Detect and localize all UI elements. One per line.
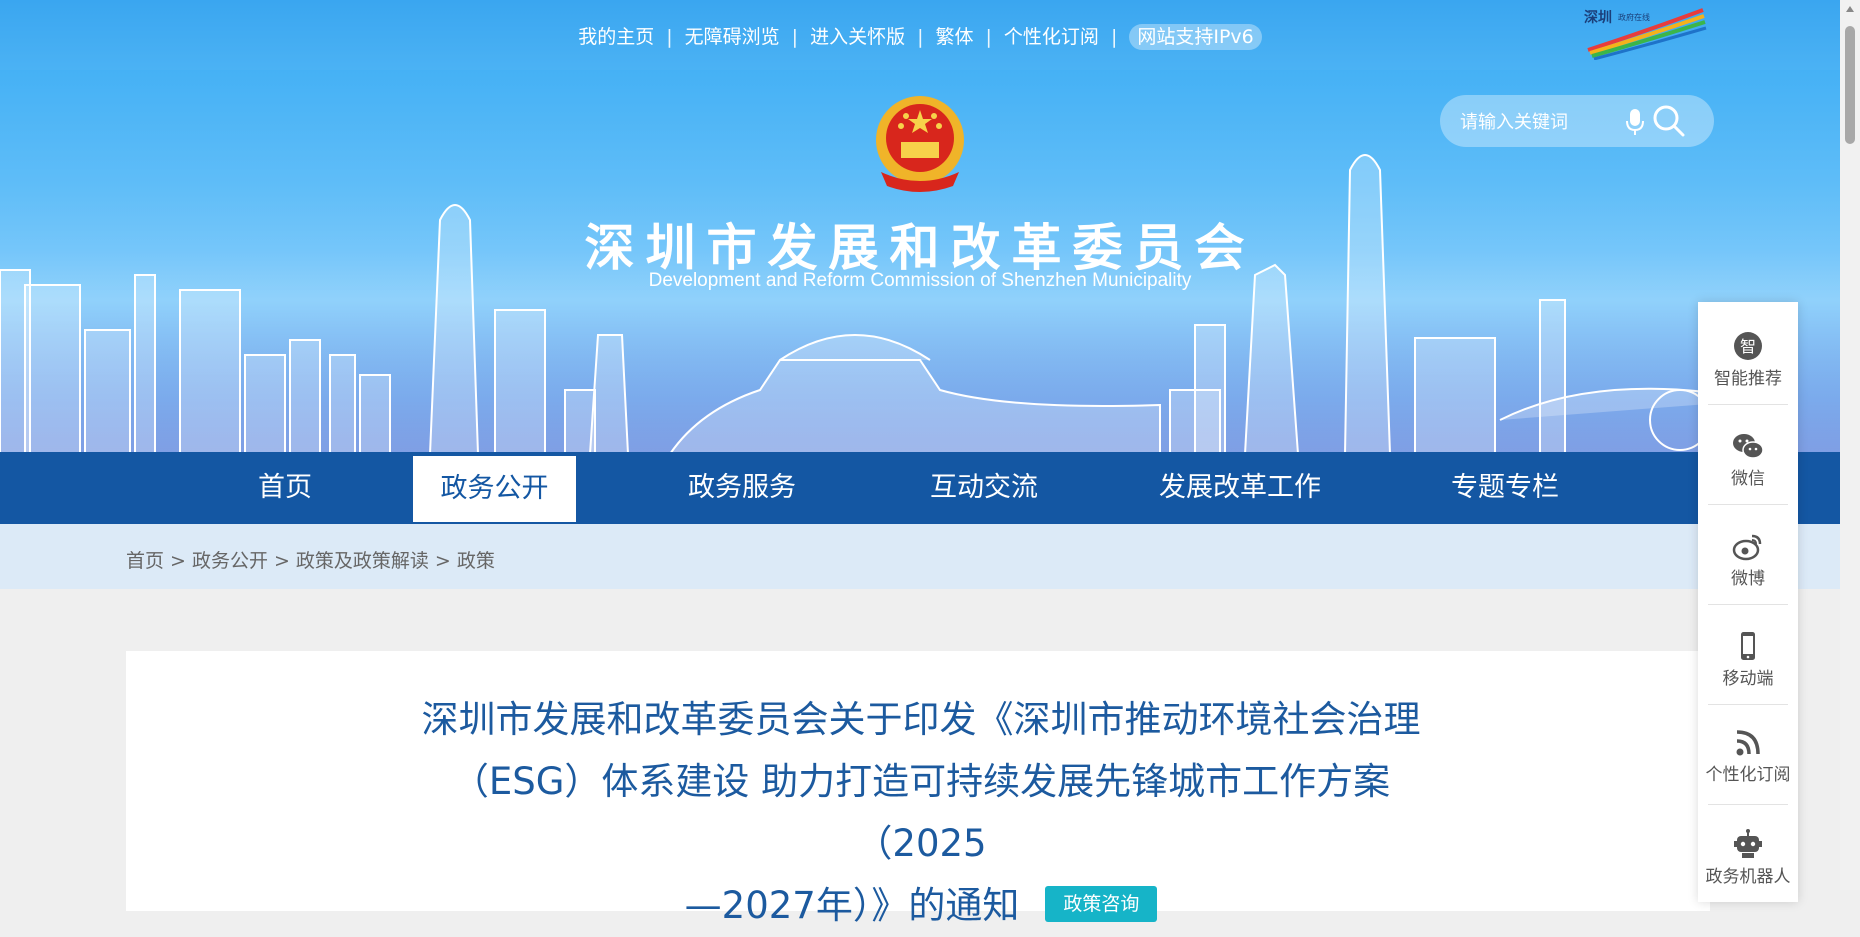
divider [1708, 704, 1788, 705]
smart-recommend-icon: 智 [1734, 332, 1762, 360]
breadcrumb: 首页 > 政务公开 > 政策及政策解读 > 政策 [126, 546, 495, 573]
article-title: 深圳市发展和改革委员会关于印发《深圳市推动环境社会治理 （ESG）体系建设 助力… [396, 689, 1446, 937]
vertical-scrollbar[interactable] [1840, 0, 1860, 890]
side-label: 微信 [1731, 469, 1765, 489]
side-mobile[interactable]: 移动端 [1698, 630, 1798, 689]
side-personal-subscribe[interactable]: 个性化订阅 [1698, 726, 1798, 785]
divider [1708, 404, 1788, 405]
site-subtitle-english: Development and Reform Commission of She… [648, 270, 1192, 291]
divider [1708, 504, 1788, 505]
policy-consult-tag[interactable]: 政策咨询 [1045, 885, 1158, 922]
wechat-icon [1733, 434, 1764, 459]
search-box [1440, 95, 1714, 147]
link-care-version[interactable]: 进入关怀版 [810, 26, 905, 48]
breadcrumb-policy[interactable]: 政策 [457, 550, 495, 572]
search-input[interactable] [1458, 108, 1642, 136]
side-label: 政务机器人 [1705, 867, 1791, 887]
microphone-icon[interactable] [1625, 107, 1645, 137]
side-smart-recommend[interactable]: 智 智能推荐 [1698, 330, 1798, 389]
nav-interaction[interactable]: 互动交流 [900, 452, 1068, 524]
nav-development-reform-work[interactable]: 发展改革工作 [1140, 452, 1340, 524]
main-nav: 首页 政务公开 政务服务 互动交流 发展改革工作 专题专栏 [0, 452, 1840, 524]
breadcrumb-separator: > [273, 550, 290, 572]
shenzhen-government-online-logo[interactable]: 深圳 政府在线 [1578, 4, 1708, 60]
article-title-line: —2027年）》的通知 政策咨询 [396, 875, 1446, 937]
search-icon[interactable] [1652, 104, 1686, 138]
link-traditional-chinese[interactable]: 繁体 [936, 26, 974, 48]
robot-icon [1734, 829, 1762, 858]
top-bar: 我的主页 | 无障碍浏览 | 进入关怀版 | 繁体 | 个性化订阅 | 网站支持IPv6 深圳 政府… [0, 0, 1840, 71]
rss-icon [1736, 730, 1760, 756]
link-my-home[interactable]: 我的主页 [578, 26, 654, 48]
link-accessible-browse[interactable]: 无障碍浏览 [685, 26, 780, 48]
scroll-up-arrow-icon[interactable] [1846, 6, 1854, 12]
scrollbar-thumb[interactable] [1845, 26, 1855, 144]
side-gov-robot[interactable]: 政务机器人 [1698, 828, 1798, 887]
side-wechat[interactable]: 微信 [1698, 430, 1798, 489]
breadcrumb-policy-interpretation[interactable]: 政策及政策解读 [296, 550, 429, 572]
svg-text:智: 智 [1740, 337, 1756, 356]
article-title-line: （ESG）体系建设 助力打造可持续发展先锋城市工作方案（2025 [451, 760, 1391, 865]
nav-government-services[interactable]: 政务服务 [658, 452, 826, 524]
nav-home[interactable]: 首页 [220, 452, 350, 524]
divider [1708, 804, 1788, 805]
separator: | [985, 26, 992, 48]
breadcrumb-bar: 首页 > 政务公开 > 政策及政策解读 > 政策 [0, 524, 1840, 589]
breadcrumb-gov-open[interactable]: 政务公开 [192, 550, 268, 572]
nav-government-affairs-open[interactable]: 政务公开 [413, 456, 576, 522]
weibo-icon [1732, 534, 1762, 561]
svg-text:政府在线: 政府在线 [1618, 12, 1650, 22]
separator: | [1110, 26, 1118, 48]
separator: | [666, 26, 673, 48]
article-title-line: 深圳市发展和改革委员会关于印发《深圳市推动环境社会治理 [421, 698, 1421, 741]
breadcrumb-separator: > [434, 550, 451, 572]
side-weibo[interactable]: 微博 [1698, 530, 1798, 589]
separator: | [917, 26, 924, 48]
side-label: 移动端 [1722, 669, 1774, 689]
breadcrumb-separator: > [170, 550, 186, 572]
side-label: 个性化订阅 [1705, 765, 1791, 785]
separator: | [791, 26, 799, 48]
side-label: 智能推荐 [1714, 369, 1782, 389]
nav-special-topics[interactable]: 专题专栏 [1420, 452, 1590, 524]
floating-side-panel: 智 智能推荐 微信 微博 移动端 个性化订阅 政务机器人 [1698, 302, 1798, 902]
mobile-icon [1741, 632, 1755, 660]
ipv6-badge[interactable]: 网站支持IPv6 [1129, 24, 1262, 50]
article-title-line-end: —2027年）》的通知 [684, 884, 1020, 927]
divider [1708, 604, 1788, 605]
link-personal-subscribe[interactable]: 个性化订阅 [1004, 26, 1099, 48]
top-links: 我的主页 | 无障碍浏览 | 进入关怀版 | 繁体 | 个性化订阅 | 网站支持IPv6 [0, 22, 1840, 50]
national-emblem-logo [876, 96, 964, 192]
breadcrumb-home[interactable]: 首页 [126, 550, 164, 572]
article-card: 深圳市发展和改革委员会关于印发《深圳市推动环境社会治理 （ESG）体系建设 助力… [126, 651, 1710, 927]
side-label: 微博 [1731, 569, 1765, 589]
svg-text:深圳: 深圳 [1584, 9, 1612, 26]
